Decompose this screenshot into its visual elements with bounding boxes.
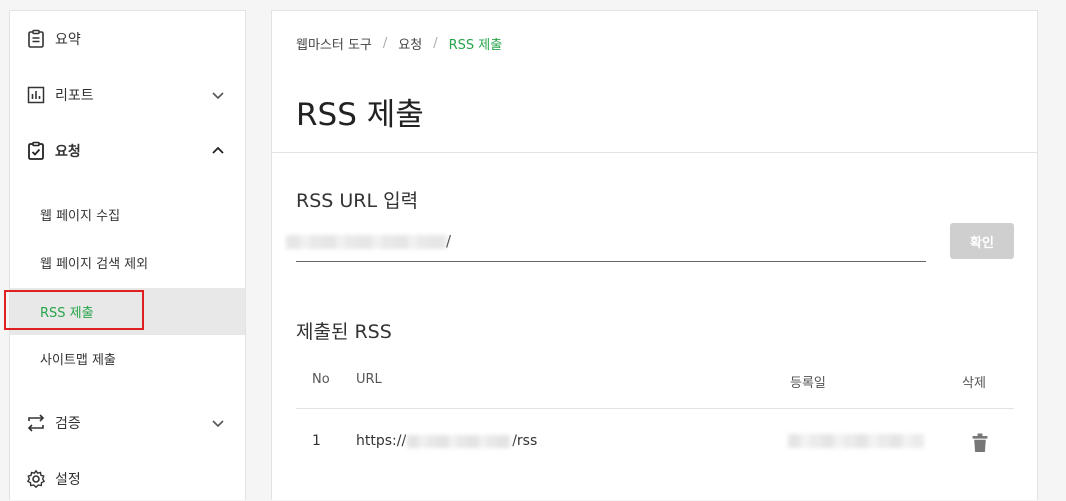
confirm-button[interactable]: 확인 xyxy=(950,223,1014,259)
sidebar-subitem-label: RSS 제출 xyxy=(40,306,94,321)
sidebar-subitem-page-exclude[interactable]: 웹 페이지 검색 제외 xyxy=(10,240,245,284)
redacted-url-text xyxy=(286,235,448,249)
sidebar: 요약 리포트 요청 웹 페이지 수집 웹 페이지 검색 제외 RSS 제출 사이… xyxy=(4,10,246,501)
redacted-url-text xyxy=(407,434,512,448)
breadcrumb-separator: / xyxy=(433,36,438,51)
column-header-delete: 삭제 xyxy=(962,376,986,391)
chevron-up-icon[interactable] xyxy=(211,144,225,158)
sidebar-subitem-label: 사이트맵 제출 xyxy=(40,352,116,368)
sidebar-item-request[interactable]: 요청 xyxy=(10,129,245,173)
breadcrumb-separator: / xyxy=(382,36,388,51)
sidebar-item-label: 검증 xyxy=(55,416,81,432)
rss-url-input[interactable]: / xyxy=(286,228,926,262)
sidebar-subitem-label: 웹 페이지 수집 xyxy=(40,208,121,224)
sidebar-subitem-label: 웹 페이지 검색 제외 xyxy=(40,256,149,272)
row-url-prefix: https:// xyxy=(356,433,407,449)
gear-icon xyxy=(25,468,47,490)
sidebar-item-summary[interactable]: 요약 xyxy=(10,17,245,61)
clipboard-icon xyxy=(25,28,47,50)
page-title: RSS 제출 xyxy=(296,97,424,133)
row-url-suffix: /rss xyxy=(512,433,538,449)
sidebar-item-settings[interactable]: 설정 xyxy=(10,457,245,501)
sidebar-item-label: 요약 xyxy=(55,32,81,48)
sidebar-subitem-rss-submit[interactable]: RSS 제출 xyxy=(4,288,245,335)
sidebar-item-label: 요청 xyxy=(55,144,81,160)
sidebar-item-label: 설정 xyxy=(55,472,81,488)
rss-url-input-value: / xyxy=(446,232,452,250)
bar-chart-icon xyxy=(25,84,47,106)
main-panel: 웹마스터 도구 / 요청 / RSS 제출 RSS 제출 RSS URL 입력 … xyxy=(271,10,1038,500)
trash-icon[interactable] xyxy=(971,433,989,453)
column-header-no: No xyxy=(312,372,330,387)
sidebar-item-report[interactable]: 리포트 xyxy=(10,73,245,117)
sidebar-subitem-sitemap-submit[interactable]: 사이트맵 제출 xyxy=(10,336,245,380)
table-header-divider xyxy=(296,408,1014,409)
swap-arrows-icon xyxy=(25,412,47,434)
chevron-down-icon[interactable] xyxy=(211,416,225,430)
sidebar-item-label: 리포트 xyxy=(55,88,94,104)
clipboard-check-icon xyxy=(25,140,47,162)
rss-url-input-title: RSS URL 입력 xyxy=(296,190,419,212)
row-url[interactable]: https:// /rss xyxy=(356,433,537,449)
submitted-rss-title: 제출된 RSS xyxy=(296,321,392,343)
breadcrumb: 웹마스터 도구 / 요청 / RSS 제출 xyxy=(296,34,502,53)
breadcrumb-item[interactable]: 요청 xyxy=(398,34,422,53)
sidebar-subitem-page-crawl[interactable]: 웹 페이지 수집 xyxy=(10,192,245,236)
header-divider xyxy=(272,152,1037,153)
breadcrumb-current: RSS 제출 xyxy=(448,38,503,53)
redacted-date-text xyxy=(788,434,924,448)
column-header-date: 등록일 xyxy=(790,376,826,391)
row-no: 1 xyxy=(312,433,321,449)
sidebar-item-verify[interactable]: 검증 xyxy=(10,401,245,445)
column-header-url: URL xyxy=(356,372,382,387)
chevron-down-icon[interactable] xyxy=(211,88,225,102)
breadcrumb-item[interactable]: 웹마스터 도구 xyxy=(296,34,372,53)
